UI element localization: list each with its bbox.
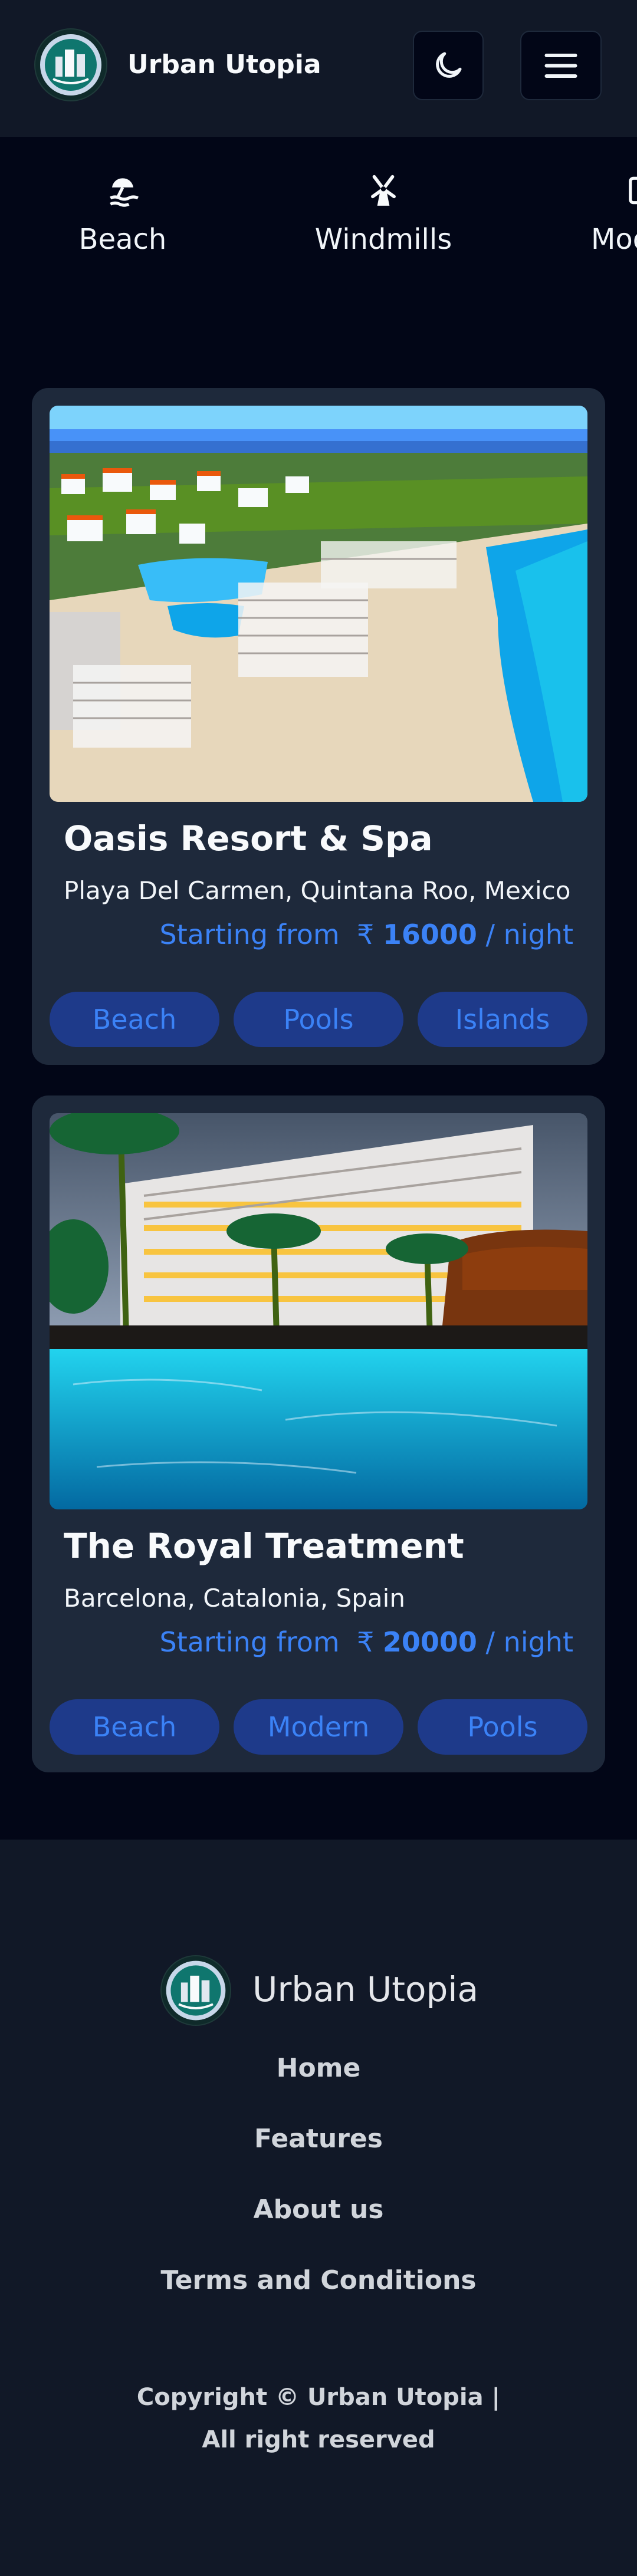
windmill-icon — [371, 175, 396, 206]
listing-location: Playa Del Carmen, Quintana Roo, Mexico — [64, 876, 571, 905]
tag-chip[interactable]: Beach — [50, 992, 219, 1047]
listing-tags: Beach Pools Islands — [50, 992, 587, 1047]
price-suffix: / night — [485, 1626, 573, 1658]
category-modern[interactable]: Modern — [567, 172, 637, 256]
theme-toggle-button[interactable] — [413, 31, 484, 100]
copyright-line: Copyright © Urban Utopia | — [136, 2384, 501, 2411]
listing-price: Starting from ₹ 20000 / night — [160, 1626, 573, 1658]
modern-icon — [629, 176, 637, 205]
listing-tags: Beach Modern Pools — [50, 1699, 587, 1755]
currency-symbol: ₹ — [356, 919, 375, 950]
category-label: Beach — [78, 223, 167, 256]
listing-card[interactable]: Oasis Resort & Spa Playa Del Carmen, Qui… — [32, 388, 605, 1065]
brand-name[interactable]: Urban Utopia — [127, 50, 321, 80]
listing-title[interactable]: The Royal Treatment — [64, 1526, 464, 1566]
footer-link-about[interactable]: About us — [0, 2195, 637, 2225]
listing-location: Barcelona, Catalonia, Spain — [64, 1584, 405, 1613]
currency-symbol: ₹ — [356, 1626, 375, 1658]
tag-chip[interactable]: Pools — [418, 1699, 587, 1755]
price-value: 20000 — [382, 1626, 477, 1658]
price-prefix: Starting from — [159, 919, 340, 950]
listing-price: Starting from ₹ 16000 / night — [160, 919, 573, 950]
menu-button[interactable] — [520, 31, 602, 100]
category-beach[interactable]: Beach — [46, 172, 199, 256]
footer-link-features[interactable]: Features — [0, 2124, 637, 2154]
listing-title[interactable]: Oasis Resort & Spa — [64, 818, 433, 858]
footer-link-home[interactable]: Home — [0, 2053, 637, 2083]
category-windmills[interactable]: Windmills — [307, 172, 460, 256]
footer-brand[interactable]: Urban Utopia — [252, 1969, 478, 2009]
tag-chip[interactable]: Modern — [234, 1699, 403, 1755]
price-prefix: Starting from — [159, 1626, 340, 1658]
category-label: Modern — [590, 223, 637, 256]
copyright-line: All right reserved — [202, 2426, 435, 2453]
tag-chip[interactable]: Pools — [234, 992, 403, 1047]
price-suffix: / night — [485, 919, 573, 950]
hamburger-menu-icon — [544, 54, 577, 78]
category-label: Windmills — [314, 223, 452, 256]
site-footer: Urban Utopia Home Features About us Term… — [0, 1840, 637, 2576]
listing-photo[interactable] — [50, 1113, 587, 1509]
footer-logo-icon[interactable] — [160, 1955, 231, 2026]
moon-icon — [436, 52, 462, 78]
listing-photo[interactable] — [50, 406, 587, 802]
copyright: Copyright © Urban Utopia | All right res… — [0, 2376, 637, 2461]
footer-link-terms[interactable]: Terms and Conditions — [0, 2265, 637, 2295]
beach-icon — [110, 178, 139, 207]
tag-chip[interactable]: Islands — [418, 992, 587, 1047]
logo-icon[interactable] — [34, 28, 107, 101]
category-bar: Beach Windmills Modern — [0, 137, 637, 314]
price-value: 16000 — [382, 919, 477, 950]
tag-chip[interactable]: Beach — [50, 1699, 219, 1755]
listing-card[interactable]: The Royal Treatment Barcelona, Catalonia… — [32, 1095, 605, 1772]
site-header: Urban Utopia — [0, 0, 637, 137]
